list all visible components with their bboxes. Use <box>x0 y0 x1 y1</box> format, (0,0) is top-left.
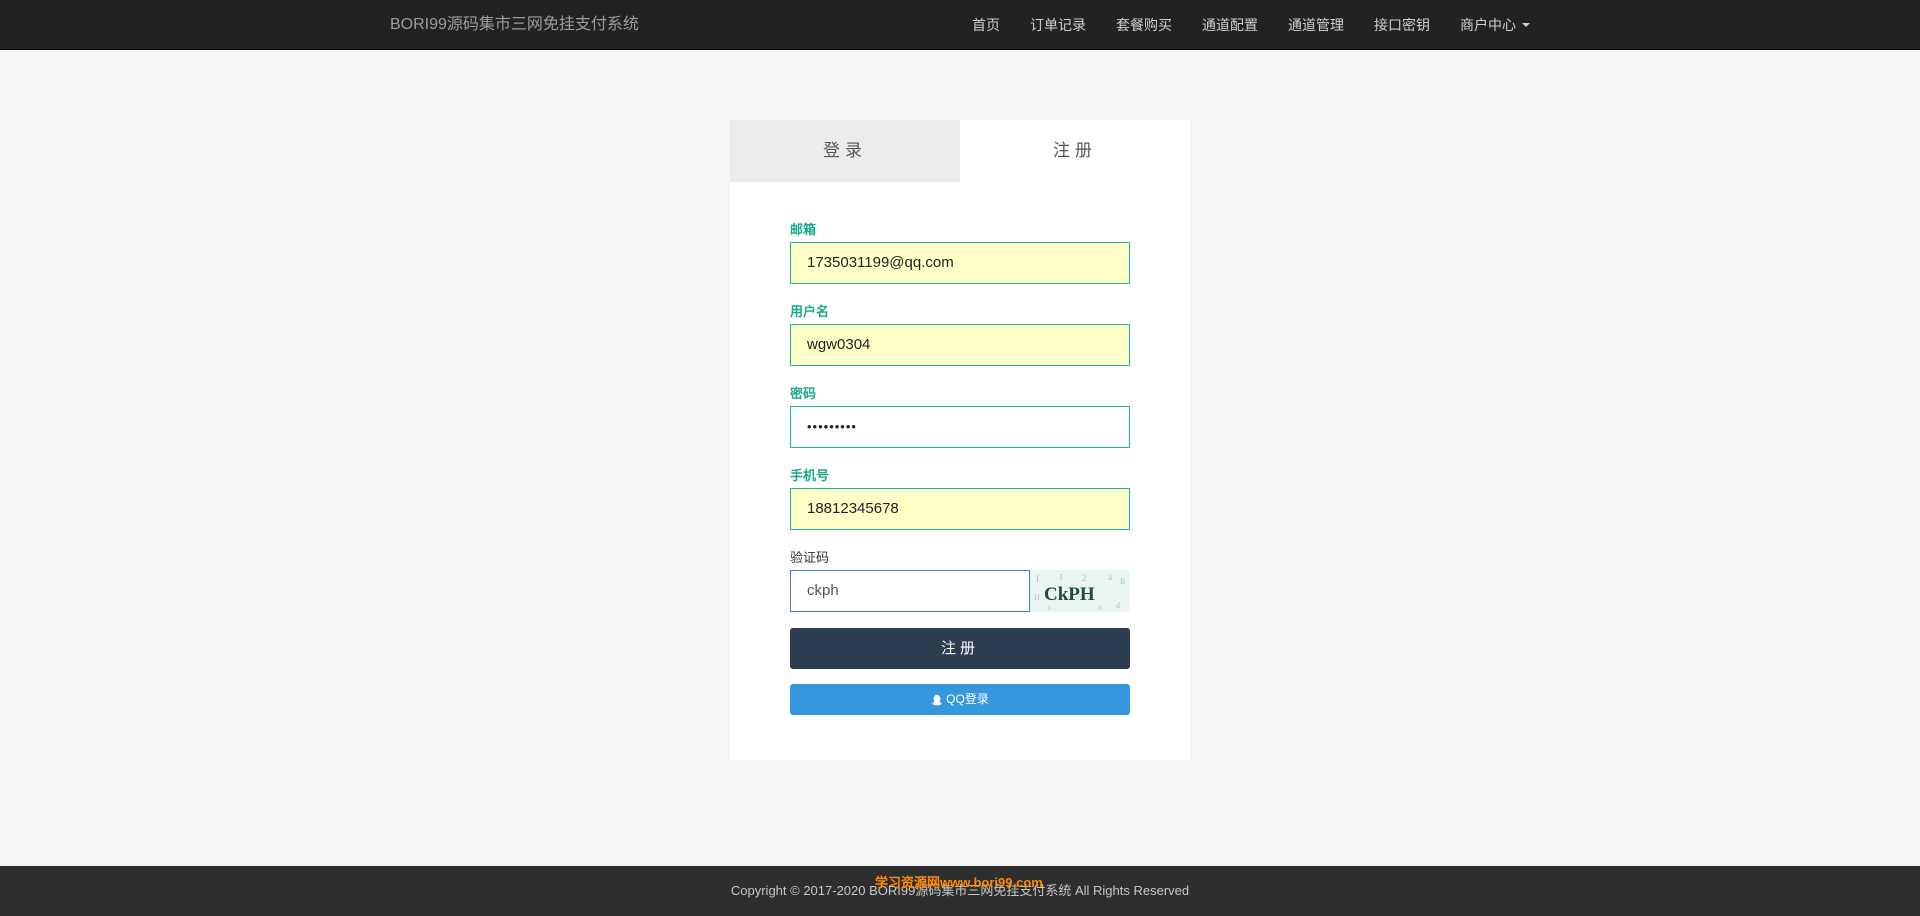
nav-item-label: 通道管理 <box>1288 17 1344 33</box>
captcha-image[interactable]: f l 2 a B H c x d CkPH <box>1030 570 1130 612</box>
caret-down-icon <box>1522 23 1530 27</box>
nav-item-label: 套餐购买 <box>1116 17 1172 33</box>
password-label: 密码 <box>790 386 817 401</box>
nav-item-label: 订单记录 <box>1030 17 1086 33</box>
nav-item-orders[interactable]: 订单记录 <box>1030 0 1086 50</box>
nav-item-channel-config[interactable]: 通道配置 <box>1202 0 1258 50</box>
svg-text:2: 2 <box>1082 573 1087 583</box>
nav-item-label: 商户中心 <box>1460 17 1516 33</box>
nav-item-packages[interactable]: 套餐购买 <box>1116 0 1172 50</box>
svg-text:x: x <box>1098 603 1102 612</box>
register-button[interactable]: 注册 <box>790 628 1130 669</box>
phone-label: 手机号 <box>790 468 830 483</box>
password-field[interactable]: ••••••••• <box>790 406 1130 448</box>
auth-tabs: 登录 注册 <box>730 120 1190 182</box>
svg-text:f: f <box>1036 574 1039 584</box>
auth-card: 登录 注册 邮箱 1735031199@qq.com 用户名 wgw0304 密… <box>730 120 1190 760</box>
captcha-label: 验证码 <box>790 550 830 565</box>
email-field[interactable]: 1735031199@qq.com <box>790 242 1130 284</box>
username-field[interactable]: wgw0304 <box>790 324 1130 366</box>
footer: Copyright © 2017-2020 BORI99源码集市三网免挂支付系统… <box>0 866 1920 916</box>
svg-text:H: H <box>1034 593 1040 602</box>
email-label: 邮箱 <box>790 222 817 237</box>
tab-login[interactable]: 登录 <box>730 120 960 182</box>
register-form: 邮箱 1735031199@qq.com 用户名 wgw0304 密码 ••••… <box>790 220 1130 715</box>
qq-login-label: QQ登录 <box>946 692 989 706</box>
svg-text:a: a <box>1108 572 1112 582</box>
captcha-text: CkPH <box>1044 584 1095 605</box>
nav-item-label: 通道配置 <box>1202 17 1258 33</box>
svg-text:B: B <box>1120 577 1125 586</box>
captcha-graphic: f l 2 a B H c x d CkPH <box>1030 570 1130 612</box>
brand-title[interactable]: BORI99源码集市三网免挂支付系统 <box>390 0 639 50</box>
tab-register[interactable]: 注册 <box>960 120 1190 182</box>
svg-text:d: d <box>1116 601 1120 610</box>
nav-item-label: 首页 <box>972 17 1000 33</box>
nav-item-merchant-center[interactable]: 商户中心 <box>1460 0 1530 50</box>
phone-field[interactable]: 18812345678 <box>790 488 1130 530</box>
captcha-row: ckph f l 2 a B H c x d CkPH <box>790 570 1130 612</box>
nav-item-api-key[interactable]: 接口密钥 <box>1374 0 1430 50</box>
username-label: 用户名 <box>790 304 830 319</box>
captcha-input[interactable]: ckph <box>790 570 1030 612</box>
nav-item-home[interactable]: 首页 <box>972 0 1000 50</box>
nav-item-label: 接口密钥 <box>1374 17 1430 33</box>
top-navbar: BORI99源码集市三网免挂支付系统 首页 订单记录 套餐购买 通道配置 通道管… <box>0 0 1920 50</box>
nav-menu: 首页 订单记录 套餐购买 通道配置 通道管理 接口密钥 商户中心 <box>942 0 1530 50</box>
qq-login-button[interactable]: QQ登录 <box>790 684 1130 715</box>
qq-penguin-icon <box>931 694 943 706</box>
nav-item-channel-manage[interactable]: 通道管理 <box>1288 0 1344 50</box>
watermark-text: 学习资源网www.bori99.com <box>875 875 1043 890</box>
